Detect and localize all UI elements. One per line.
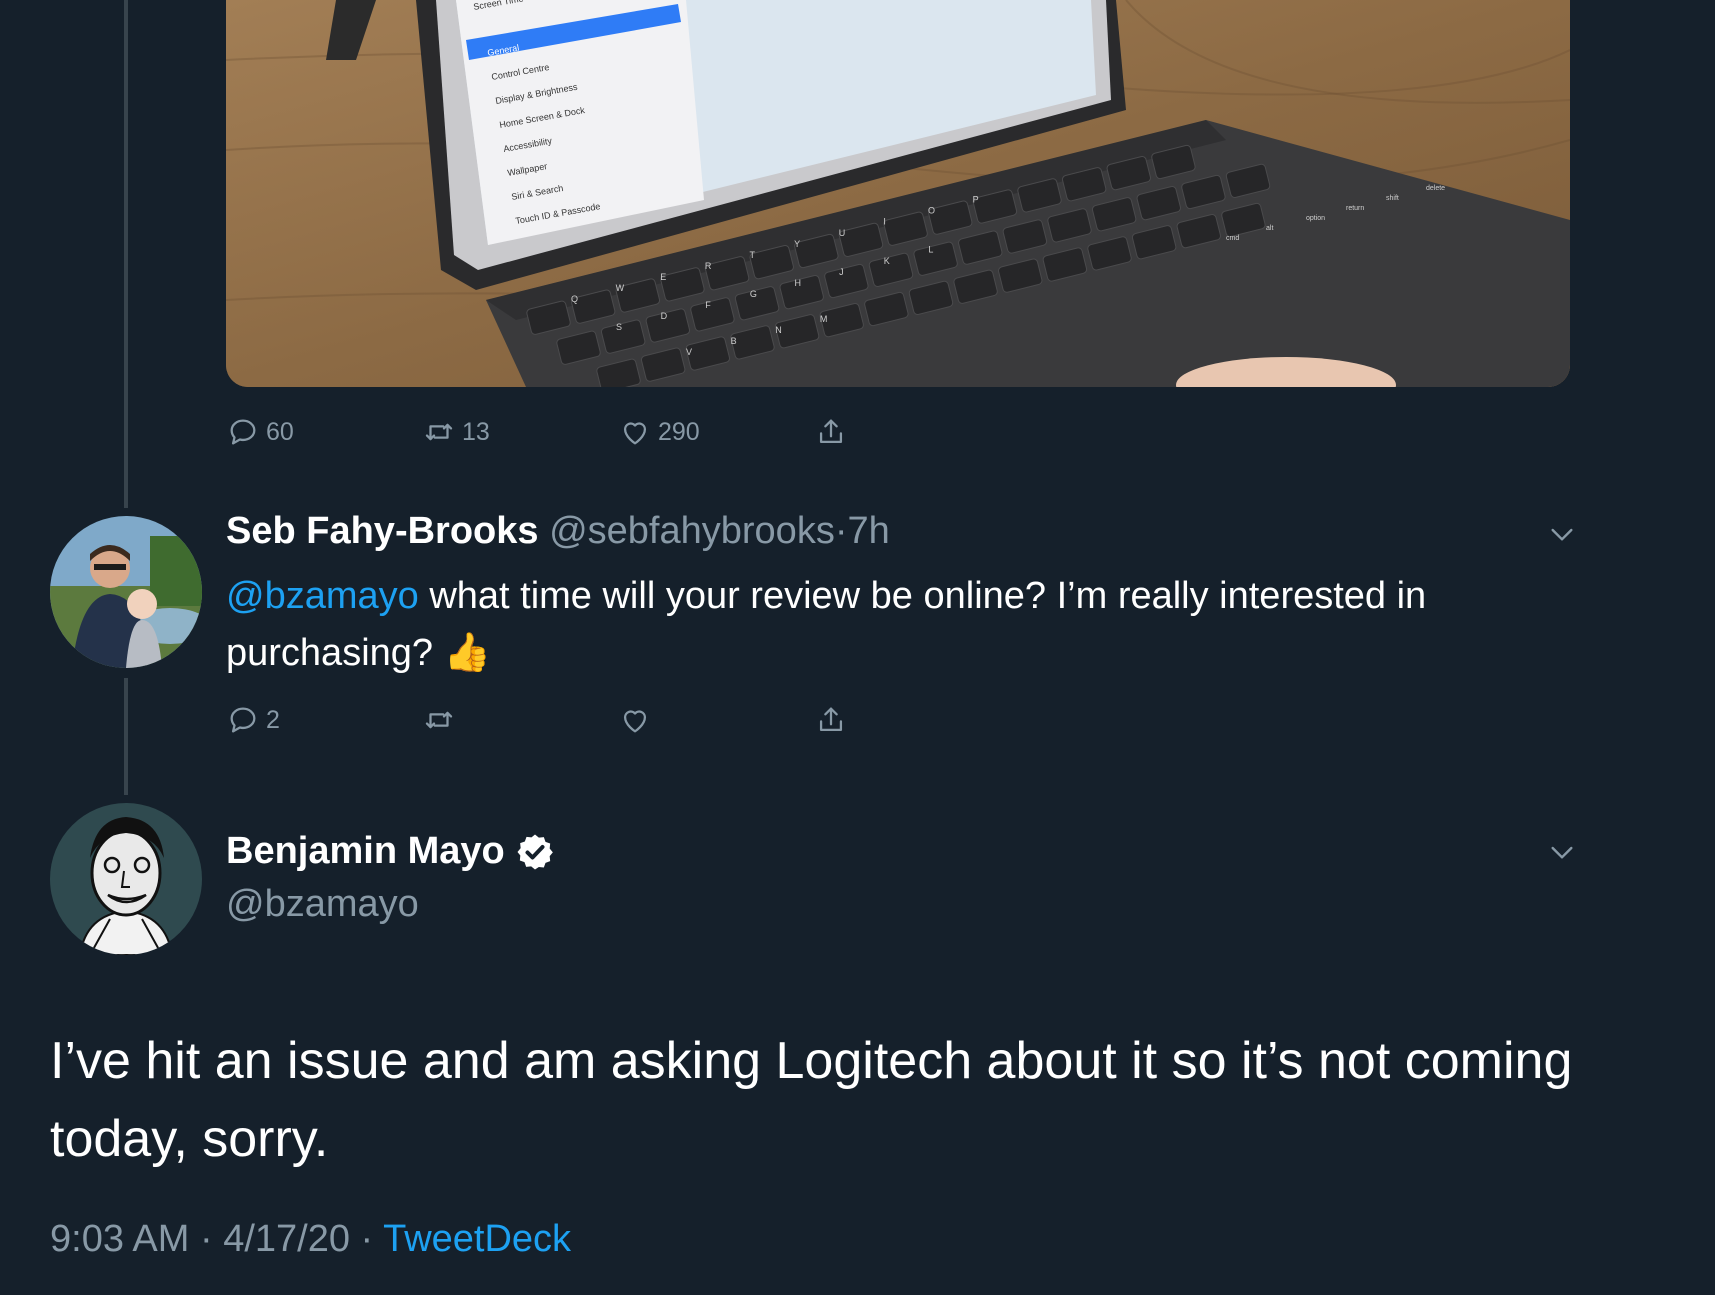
main-author-header: Benjamin Mayo <box>226 830 555 873</box>
reply-text: @bzamayo what time will your review be o… <box>226 568 1526 682</box>
reply-mention-link[interactable]: @bzamayo <box>226 575 419 617</box>
main-tweet-text: I’ve hit an issue and am asking Logitech… <box>50 1032 1573 1168</box>
keyboard-key-label: shift <box>1386 195 1399 202</box>
keyboard-key-label: W <box>616 283 625 293</box>
keyboard-key-label: I <box>883 217 886 227</box>
reply-count: 60 <box>266 417 294 446</box>
keyboard-key-label: H <box>794 278 801 288</box>
keyboard-key-label: R <box>705 261 712 271</box>
tweet-media-image[interactable]: Screen Time General Control Centre Displ… <box>226 0 1570 387</box>
reply-share-button[interactable] <box>814 700 848 740</box>
main-author-avatar[interactable] <box>50 803 202 955</box>
keyboard-key-label: E <box>660 272 666 282</box>
reply-icon <box>230 707 256 733</box>
keyboard-key-label: option <box>1306 215 1325 222</box>
main-author-name[interactable]: Benjamin Mayo <box>226 830 505 873</box>
keyboard-key-label: O <box>928 206 935 216</box>
reply-button[interactable]: 60 <box>226 412 294 452</box>
keyboard-key-label: U <box>839 228 846 238</box>
keyboard-key-label: G <box>750 289 757 299</box>
main-tweet-source[interactable]: TweetDeck <box>383 1218 571 1260</box>
reply-actions: 2 <box>226 700 926 740</box>
keyboard-key-label: L <box>928 245 933 255</box>
main-author-handle[interactable]: @bzamayo <box>226 883 419 926</box>
reply-reply-button[interactable]: 2 <box>226 700 280 740</box>
reply-author-avatar[interactable] <box>50 516 202 668</box>
retweet-button[interactable]: 13 <box>422 412 490 452</box>
reply-author-name[interactable]: Seb Fahy-Brooks <box>226 510 539 552</box>
keyboard-key-label: F <box>705 300 711 310</box>
previous-tweet-actions: 60 13 290 <box>226 412 926 452</box>
reply-retweet-button[interactable] <box>422 700 456 740</box>
retweet-count: 13 <box>462 417 490 446</box>
main-chevron-down-icon[interactable] <box>1546 836 1578 868</box>
keyboard-key-label: cmd <box>1226 235 1239 242</box>
main-tweet-meta: 9:03 AM · 4/17/20 · TweetDeck <box>50 1218 571 1261</box>
keyboard-key-label: N <box>775 325 782 335</box>
main-tweet-date: 4/17/20 <box>223 1218 350 1260</box>
keyboard-key-label: Q <box>571 294 578 304</box>
reply-author-handle[interactable]: @sebfahybrooks <box>549 510 835 552</box>
keyboard-key-label: S <box>616 322 622 332</box>
like-count: 290 <box>658 417 700 446</box>
keyboard-key-label: delete <box>1426 185 1445 192</box>
main-avatar-illustration <box>50 803 202 955</box>
main-tweet-time: 9:03 AM <box>50 1218 190 1260</box>
share-icon <box>819 419 843 444</box>
reply-like-button[interactable] <box>618 700 652 740</box>
share-button[interactable] <box>814 412 848 452</box>
like-button[interactable]: 290 <box>618 412 700 452</box>
keyboard-key-label: B <box>731 336 737 346</box>
keyboard-key-label: T <box>749 250 755 260</box>
reply-timestamp[interactable]: 7h <box>847 510 889 552</box>
thread-line-middle <box>124 678 128 795</box>
keyboard-key-label: return <box>1346 205 1364 212</box>
retweet-icon <box>425 423 453 441</box>
keyboard-key-label: M <box>820 314 828 324</box>
verified-badge-icon <box>517 834 553 869</box>
keyboard-key-label: P <box>973 195 979 205</box>
ipad-keyboard-photo: Screen Time General Control Centre Displ… <box>226 0 1570 387</box>
keyboard-key-label: D <box>661 311 668 321</box>
thumbs-up-emoji: 👍 <box>443 632 491 674</box>
keyboard-key-label: alt <box>1266 225 1273 232</box>
retweet-icon <box>425 711 453 729</box>
reply-icon <box>230 419 256 445</box>
reply-avatar-photo <box>50 516 202 668</box>
keyboard-key-label: Y <box>794 239 800 249</box>
thread-line-top <box>124 0 128 508</box>
meta-separator-2: · <box>350 1218 384 1260</box>
meta-separator-1: · <box>189 1218 224 1260</box>
reply-header: Seb Fahy-Brooks @sebfahybrooks·7h <box>226 510 890 553</box>
keyboard-key-label: J <box>839 267 844 277</box>
keyboard-key-label: V <box>686 347 692 357</box>
reply-reply-count: 2 <box>266 705 280 734</box>
heart-icon <box>623 710 647 733</box>
reply-separator: · <box>834 510 848 552</box>
keyboard-key-label: K <box>884 256 890 266</box>
share-icon <box>819 707 843 732</box>
heart-icon <box>623 422 647 445</box>
reply-chevron-down-icon[interactable] <box>1546 518 1578 550</box>
